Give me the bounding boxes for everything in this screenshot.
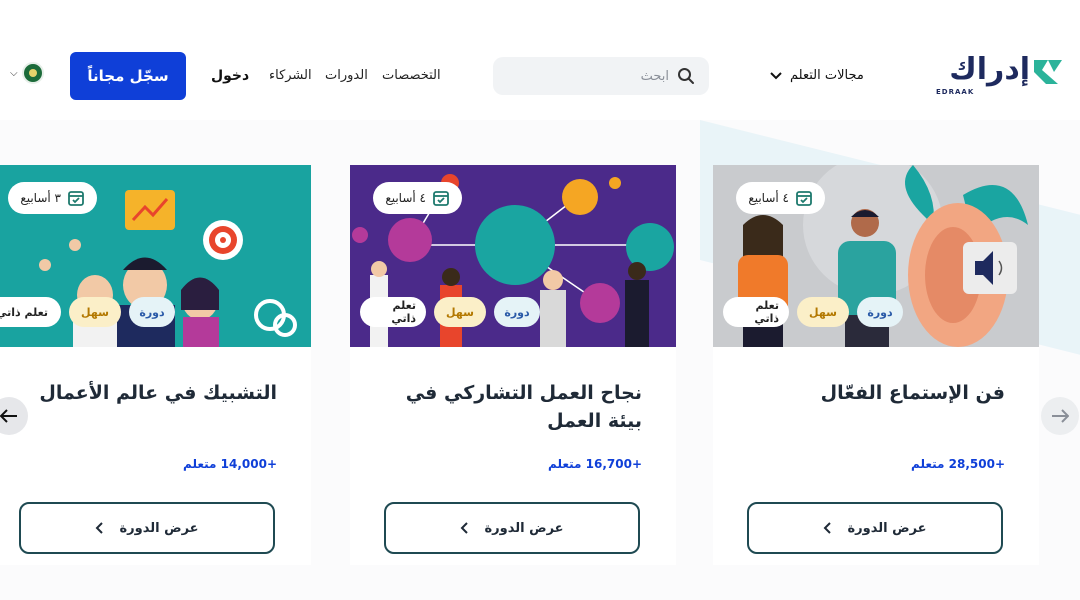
learning-mode-chip: تعلم ذاتي bbox=[0, 297, 61, 327]
course-title[interactable]: فن الإستماع الفعّال bbox=[735, 379, 1005, 407]
level-chip: سهل bbox=[69, 297, 121, 327]
nav-courses[interactable]: الدورات bbox=[325, 68, 368, 83]
course-card[interactable]: ٤ أسابيع دورة سهل تعلم ذاتي نجاح العمل ا… bbox=[350, 165, 676, 565]
arrow-right-icon bbox=[1052, 409, 1069, 423]
learning-mode-chip: تعلم ذاتي bbox=[360, 297, 426, 327]
view-course-button[interactable]: عرض الدورة bbox=[747, 502, 1003, 554]
learner-count: +28,500 متعلم bbox=[911, 457, 1005, 471]
language-flag-icon bbox=[21, 62, 44, 84]
search-icon bbox=[678, 68, 694, 84]
nav-partners[interactable]: الشركاء bbox=[269, 68, 312, 83]
course-title[interactable]: نجاح العمل التشاركي في بيئة العمل bbox=[372, 379, 642, 435]
language-selector[interactable]: ⌵ bbox=[10, 62, 44, 84]
duration-badge: ٤ أسابيع bbox=[373, 182, 462, 214]
logo-mark-icon bbox=[1034, 60, 1062, 84]
view-course-button[interactable]: عرض الدورة bbox=[384, 502, 640, 554]
duration-text: ٣ أسابيع bbox=[20, 191, 61, 205]
learning-fields-label: مجالات التعلم bbox=[790, 68, 864, 83]
chevron-left-icon bbox=[461, 522, 469, 534]
logo-latin: EDRAAK bbox=[936, 88, 975, 96]
level-chip: سهل bbox=[797, 297, 849, 327]
login-link[interactable]: دخول bbox=[211, 68, 249, 84]
learning-fields-menu[interactable]: مجالات التعلم bbox=[770, 68, 864, 83]
view-course-label: عرض الدورة bbox=[119, 520, 199, 536]
nav-specializations[interactable]: التخصصات bbox=[382, 68, 441, 83]
signup-button[interactable]: سجّل مجاناً bbox=[70, 52, 186, 100]
site-header: ⌵ سجّل مجاناً دخول الشركاء الدورات التخص… bbox=[0, 0, 1080, 120]
chevron-left-icon bbox=[96, 522, 104, 534]
learning-mode-chip: تعلم ذاتي bbox=[723, 297, 789, 327]
duration-badge: ٣ أسابيع bbox=[8, 182, 97, 214]
chevron-down-icon: ⌵ bbox=[10, 67, 18, 79]
search-box[interactable] bbox=[493, 57, 709, 95]
courses-section: ٣ أسابيع دورة سهل تعلم ذاتي التشبيك في ع… bbox=[0, 120, 1080, 600]
calendar-check-icon bbox=[433, 191, 449, 206]
view-course-button[interactable]: عرض الدورة bbox=[19, 502, 275, 554]
arrow-left-icon bbox=[0, 409, 17, 423]
course-card[interactable]: ٤ أسابيع دورة سهل تعلم ذاتي فن الإستماع … bbox=[713, 165, 1039, 565]
carousel-next-button[interactable] bbox=[1041, 397, 1079, 435]
duration-badge: ٤ أسابيع bbox=[736, 182, 825, 214]
view-course-label: عرض الدورة bbox=[847, 520, 927, 536]
course-type-chip: دورة bbox=[494, 297, 540, 327]
search-input[interactable] bbox=[529, 68, 669, 84]
logo-wordmark: إدراك bbox=[949, 52, 1030, 87]
calendar-check-icon bbox=[68, 191, 84, 206]
learner-count: +14,000 متعلم bbox=[183, 457, 277, 471]
chevron-left-icon bbox=[824, 522, 832, 534]
course-title[interactable]: التشبيك في عالم الأعمال bbox=[7, 379, 277, 407]
duration-text: ٤ أسابيع bbox=[385, 191, 426, 205]
course-type-chip: دورة bbox=[857, 297, 903, 327]
course-type-chip: دورة bbox=[129, 297, 175, 327]
calendar-check-icon bbox=[796, 191, 812, 206]
edraak-logo[interactable]: إدراك EDRAAK bbox=[930, 52, 1064, 100]
learner-count: +16,700 متعلم bbox=[548, 457, 642, 471]
chevron-down-icon bbox=[770, 71, 782, 79]
level-chip: سهل bbox=[434, 297, 486, 327]
view-course-label: عرض الدورة bbox=[484, 520, 564, 536]
course-card[interactable]: ٣ أسابيع دورة سهل تعلم ذاتي التشبيك في ع… bbox=[0, 165, 311, 565]
duration-text: ٤ أسابيع bbox=[748, 191, 789, 205]
